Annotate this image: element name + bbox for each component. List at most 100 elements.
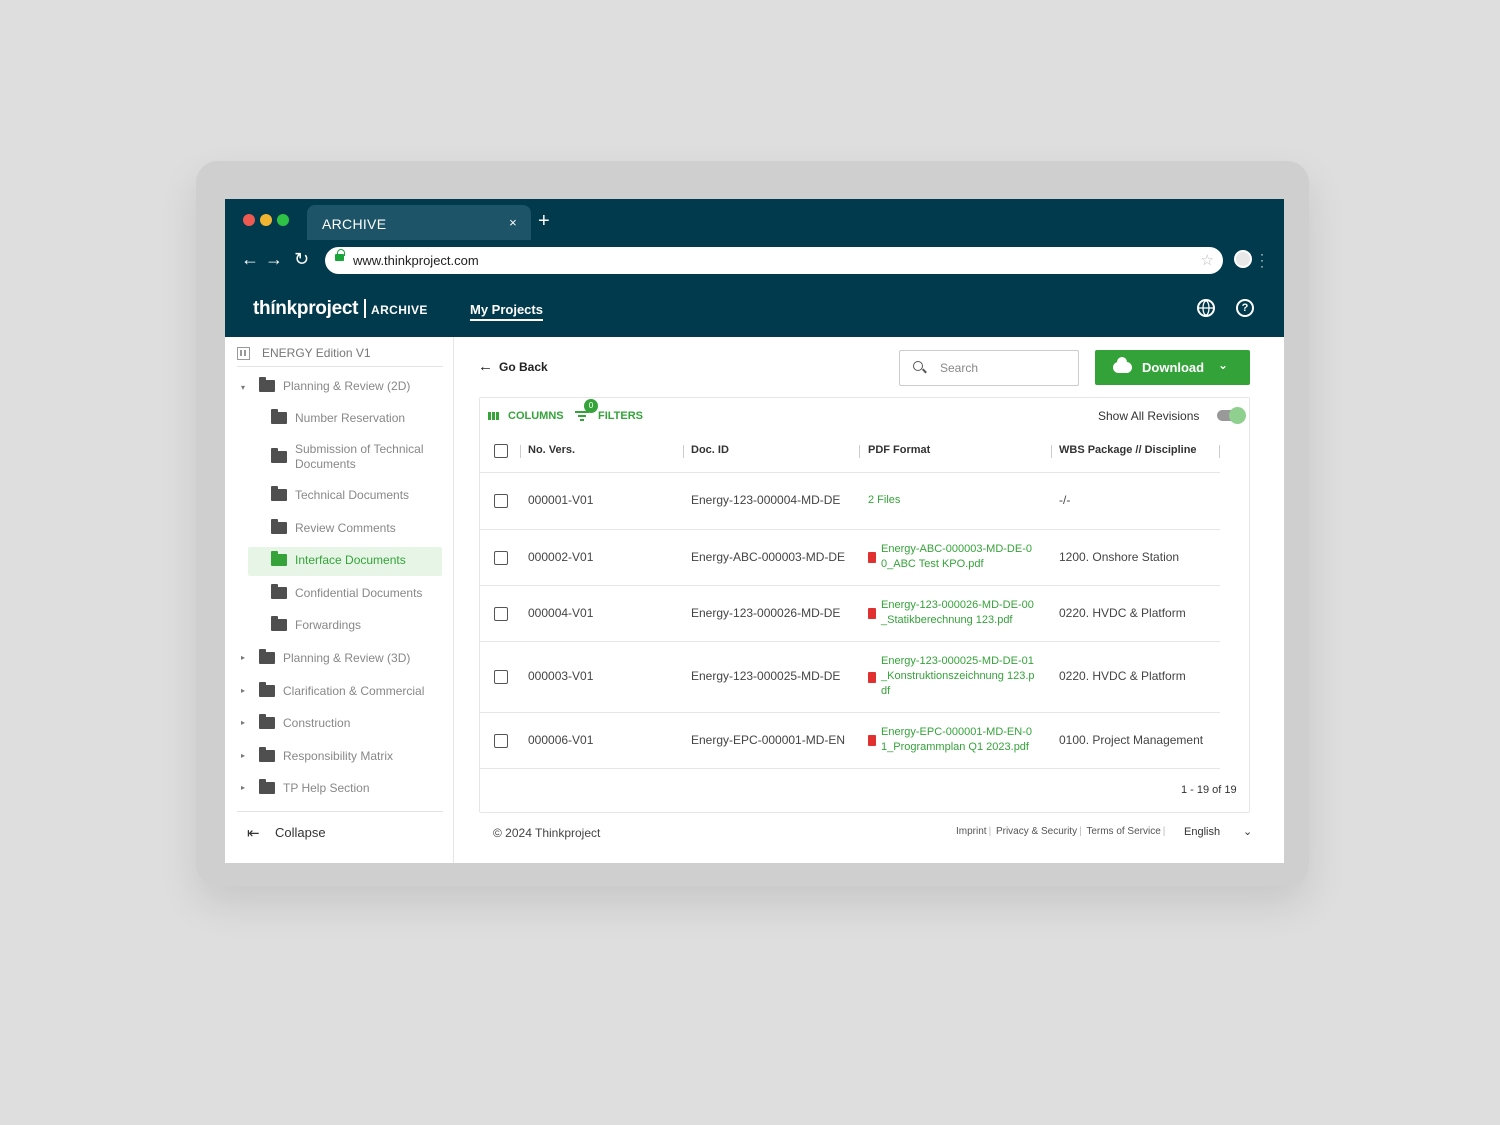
sidebar-item-number-reservation[interactable]: Number Reservation <box>271 409 441 427</box>
browser-menu-icon[interactable]: · · · <box>1260 248 1264 272</box>
columns-button[interactable]: COLUMNS <box>488 410 564 422</box>
cell-no-vers: 000002-V01 <box>528 550 594 564</box>
select-all-checkbox[interactable] <box>494 444 508 458</box>
folder-icon <box>271 616 287 631</box>
row-checkbox[interactable] <box>494 670 508 684</box>
cell-wbs: 0220. HVDC & Platform <box>1059 606 1186 620</box>
pdf-file-icon <box>868 552 876 563</box>
row-checkbox[interactable] <box>494 494 508 508</box>
cell-no-vers: 000006-V01 <box>528 733 594 747</box>
footer-links: Imprint | Privacy & Security | Terms of Se… <box>956 826 1166 837</box>
folder-icon <box>259 779 275 794</box>
pagination-count: 1 - 19 of 19 <box>1181 784 1237 796</box>
cell-no-vers: 000004-V01 <box>528 606 594 620</box>
table-row[interactable]: 000001-V01 Energy-123-000004-MD-DE 2 Fil… <box>480 472 1220 529</box>
chevron-down-icon[interactable]: ⌄ <box>1243 825 1252 838</box>
language-select[interactable]: English <box>1184 826 1220 838</box>
caret-down-icon[interactable]: ▾ <box>241 383 245 392</box>
bookmark-star-icon[interactable]: ☆ <box>1201 251 1214 269</box>
footer-link-imprint[interactable]: Imprint <box>956 826 987 837</box>
footer-link-privacy[interactable]: Privacy & Security <box>996 826 1077 837</box>
caret-right-icon[interactable]: ▸ <box>241 718 245 727</box>
cell-wbs: 1200. Onshore Station <box>1059 550 1180 564</box>
show-all-revisions-toggle[interactable] <box>1217 407 1246 424</box>
profile-avatar[interactable] <box>1234 250 1252 268</box>
search-placeholder: Search <box>940 361 979 375</box>
help-icon[interactable]: ? <box>1236 299 1254 317</box>
table-row[interactable]: 000006-V01 Energy-EPC-000001-MD-EN Energ… <box>480 712 1220 769</box>
table-row[interactable]: 000002-V01 Energy-ABC-000003-MD-DE Energ… <box>480 529 1220 585</box>
collapse-button[interactable]: ⇤ Collapse <box>247 825 326 842</box>
project-name: ENERGY Edition V1 <box>262 346 371 360</box>
search-icon <box>913 361 923 371</box>
sidebar-item-submission-technical-documents[interactable]: Submission of Technical Documents <box>271 442 441 474</box>
show-all-revisions-label: Show All Revisions <box>1098 409 1200 423</box>
sidebar-item-interface-documents[interactable]: Interface Documents <box>271 551 441 569</box>
footer-link-terms[interactable]: Terms of Service <box>1086 826 1160 837</box>
collapse-arrow-icon: ⇤ <box>247 825 260 842</box>
cell-pdf-link[interactable]: Energy-EPC-000001-MD-EN-0 1_Programmplan … <box>881 725 1046 755</box>
brand-logo: thínkproject <box>253 298 359 319</box>
tab-title: ARCHIVE <box>322 216 387 232</box>
cell-doc-id: Energy-123-000025-MD-DE <box>691 669 841 683</box>
header-no-vers[interactable]: No. Vers. <box>528 444 575 456</box>
cell-pdf-files-link[interactable]: 2 Files <box>868 493 900 508</box>
go-back-button[interactable]: ← Go Back <box>478 358 548 375</box>
browser-tab[interactable]: ARCHIVE × <box>307 205 531 240</box>
sidebar-item-tp-help-section[interactable]: TP Help Section <box>259 779 439 797</box>
cell-pdf-link[interactable]: Energy-123-000026-MD-DE-00 _Statikberechn… <box>881 598 1046 628</box>
cell-doc-id: Energy-EPC-000001-MD-EN <box>691 733 846 747</box>
documents-table: COLUMNS 0 FILTERS Show All Revisions No.… <box>479 397 1250 813</box>
minimize-window-dot[interactable] <box>260 214 272 226</box>
sidebar-item-confidential-documents[interactable]: Confidential Documents <box>271 584 441 602</box>
caret-right-icon[interactable]: ▸ <box>241 653 245 662</box>
row-checkbox[interactable] <box>494 734 508 748</box>
tab-close-icon[interactable]: × <box>509 215 517 230</box>
search-input[interactable]: Search <box>899 350 1079 386</box>
cloud-download-icon <box>1113 357 1132 373</box>
reload-icon[interactable]: ↻ <box>294 249 309 269</box>
download-button[interactable]: Download ⌄ <box>1095 350 1250 385</box>
folder-icon <box>271 448 287 463</box>
chevron-down-icon[interactable]: ⌄ <box>1218 358 1228 372</box>
row-checkbox[interactable] <box>494 551 508 565</box>
new-tab-icon[interactable]: + <box>538 211 550 231</box>
close-window-dot[interactable] <box>243 214 255 226</box>
sidebar-item-planning-review-3d[interactable]: Planning & Review (3D) <box>259 649 439 667</box>
table-row[interactable]: 000003-V01 Energy-123-000025-MD-DE Energ… <box>480 641 1220 712</box>
cell-doc-id: Energy-123-000026-MD-DE <box>691 606 841 620</box>
cell-doc-id: Energy-ABC-000003-MD-DE <box>691 550 846 564</box>
header-pdf-format[interactable]: PDF Format <box>868 444 930 456</box>
back-arrow-icon[interactable]: ← <box>241 249 259 269</box>
caret-right-icon[interactable]: ▸ <box>241 783 245 792</box>
sidebar-item-clarification-commercial[interactable]: Clarification & Commercial <box>259 682 439 700</box>
sidebar-item-planning-review-2d[interactable]: Planning & Review (2D) <box>259 377 439 395</box>
sidebar-item-construction[interactable]: Construction <box>259 714 439 732</box>
filters-button[interactable]: FILTERS <box>598 410 643 422</box>
row-checkbox[interactable] <box>494 607 508 621</box>
cell-pdf-link[interactable]: Energy-ABC-000003-MD-DE-0 0_ABC Test KPO.… <box>881 542 1046 572</box>
sidebar-item-technical-documents[interactable]: Technical Documents <box>271 486 441 504</box>
sidebar-item-responsibility-matrix[interactable]: Responsibility Matrix <box>259 747 439 765</box>
header-wbs-package[interactable]: WBS Package // Discipline <box>1059 444 1197 456</box>
header-doc-id[interactable]: Doc. ID <box>691 444 729 456</box>
caret-right-icon[interactable]: ▸ <box>241 686 245 695</box>
filter-icon[interactable] <box>575 411 589 421</box>
maximize-window-dot[interactable] <box>277 214 289 226</box>
browser-window: ARCHIVE × + ← → ↻ www.thinkproject.com ☆… <box>225 199 1284 863</box>
caret-right-icon[interactable]: ▸ <box>241 751 245 760</box>
forward-arrow-icon[interactable]: → <box>265 249 283 269</box>
cell-no-vers: 000003-V01 <box>528 669 594 683</box>
cell-no-vers: 000001-V01 <box>528 493 594 507</box>
folder-icon <box>271 486 287 501</box>
globe-icon[interactable] <box>1197 299 1215 317</box>
sidebar-item-review-comments[interactable]: Review Comments <box>271 519 441 537</box>
address-bar[interactable]: www.thinkproject.com ☆ <box>325 247 1223 274</box>
cell-wbs: -/- <box>1059 493 1071 507</box>
table-row[interactable]: 000004-V01 Energy-123-000026-MD-DE Energ… <box>480 585 1220 641</box>
cell-pdf-link[interactable]: Energy-123-000025-MD-DE-01 _Konstruktions… <box>881 654 1046 699</box>
sidebar-item-forwardings[interactable]: Forwardings <box>271 616 441 634</box>
nav-my-projects[interactable]: My Projects <box>470 302 543 321</box>
pdf-file-icon <box>868 608 876 619</box>
project-header[interactable]: ENERGY Edition V1 <box>237 345 443 367</box>
